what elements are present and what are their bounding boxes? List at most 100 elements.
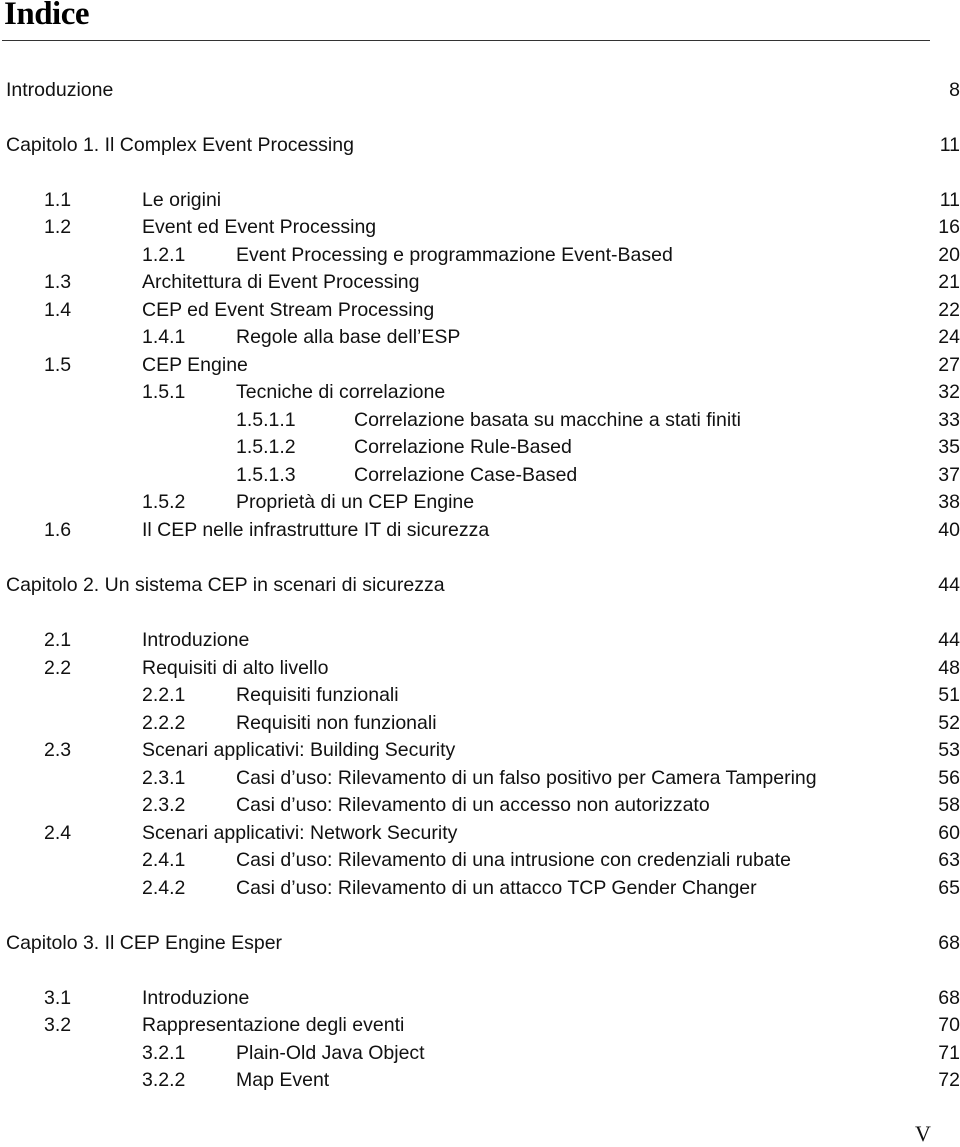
toc-entry-title: Casi d’uso: Rilevamento di un attacco TC… — [236, 877, 757, 899]
toc-entry-title: Capitolo 1. Il Complex Event Processing — [6, 134, 354, 156]
toc-entry[interactable]: 1.5.1.1 Correlazione basata su macchine a… — [0, 408, 960, 432]
page-folio: V — [915, 1121, 931, 1146]
toc-entry-title: Introduzione — [142, 987, 250, 1009]
toc-entry-title: Event Processing e programmazione Event-… — [236, 244, 673, 266]
toc-entry[interactable]: 2.4.2 Casi d’uso: Rilevamento di un attac… — [0, 876, 960, 900]
toc-entry-page: 8 — [949, 79, 960, 101]
toc-entry-page: 20 — [938, 244, 960, 266]
toc-entry-page: 35 — [938, 436, 960, 458]
toc-entry-page: 11 — [939, 134, 960, 156]
toc-entry-number: 3.2.1 — [142, 1042, 186, 1064]
toc-entry-title: Proprietà di un CEP Engine — [236, 491, 475, 513]
toc-entry-number: 2.4.2 — [142, 877, 186, 899]
toc-entry[interactable]: 2.3 Scenari applicativi: Building Securit… — [0, 738, 960, 762]
toc-entry-page: 72 — [938, 1069, 960, 1091]
toc-entry[interactable]: 3.1 Introduzione 68 — [0, 986, 960, 1010]
toc-entry-title: CEP Engine — [142, 354, 248, 376]
toc-entry-number: 1.5.1.3 — [236, 464, 296, 486]
toc-entry[interactable]: 1.1 Le origini 11 — [0, 188, 960, 212]
toc-entry-number: 1.5.1.2 — [236, 436, 296, 458]
toc-chapter-entry[interactable]: Capitolo 3. Il CEP Engine Esper 68 — [0, 931, 960, 955]
toc-entry-number: 2.2 — [44, 657, 72, 679]
toc-entry[interactable]: 2.3.1 Casi d’uso: Rilevamento di un falso… — [0, 766, 960, 790]
toc-entry[interactable]: 3.2 Rappresentazione degli eventi 70 — [0, 1013, 960, 1037]
page-title: Indice — [4, 0, 90, 32]
toc-entry-number: 1.1 — [44, 189, 72, 211]
toc-entry-page: 32 — [938, 381, 960, 403]
toc-entry-page: 33 — [938, 409, 960, 431]
toc-entry-number: 2.4 — [44, 822, 72, 844]
toc-entry-number: 2.2.1 — [142, 684, 186, 706]
toc-entry-number: 1.3 — [44, 271, 72, 293]
toc-entry[interactable]: 1.4 CEP ed Event Stream Processing 22 — [0, 298, 960, 322]
toc-entry[interactable]: 2.2.2 Requisiti non funzionali 52 — [0, 711, 960, 735]
toc-entry-page: 68 — [938, 987, 960, 1009]
toc-entry-page: 44 — [938, 629, 960, 651]
title-rule — [2, 40, 930, 41]
toc-entry-page: 70 — [938, 1014, 960, 1036]
toc-entry[interactable]: 3.2.1 Plain-Old Java Object 71 — [0, 1041, 960, 1065]
toc-entry-page: 11 — [939, 189, 960, 211]
toc-chapter-entry[interactable]: Capitolo 2. Un sistema CEP in scenari di… — [0, 573, 960, 597]
toc-entry[interactable]: 1.2.1 Event Processing e programmazione E… — [0, 243, 960, 267]
toc-entry-page: 37 — [938, 464, 960, 486]
toc-entry[interactable]: 2.2 Requisiti di alto livello 48 — [0, 656, 960, 680]
toc-entry[interactable]: 1.5.1.3 Correlazione Case-Based 37 — [0, 463, 960, 487]
toc-entry-page: 56 — [938, 767, 960, 789]
toc-entry-title: Correlazione basata su macchine a stati … — [354, 409, 741, 431]
toc-entry[interactable]: 1.4.1 Regole alla base dell’ESP 24 — [0, 325, 960, 349]
toc-chapter-entry[interactable]: Capitolo 1. Il Complex Event Processing 1… — [0, 133, 960, 157]
toc-entry-page: 68 — [938, 932, 960, 954]
toc-entry-title: Regole alla base dell’ESP — [236, 326, 461, 348]
toc-entry[interactable]: 1.6 Il CEP nelle infrastrutture IT di sic… — [0, 518, 960, 542]
toc-entry-number: 3.2 — [44, 1014, 72, 1036]
toc-entry-title: Scenari applicativi: Building Security — [142, 739, 456, 761]
toc-entry-page: 53 — [938, 739, 960, 761]
toc-entry-title: Requisiti non funzionali — [236, 712, 437, 734]
toc-entry[interactable]: 2.4.1 Casi d’uso: Rilevamento di una intr… — [0, 848, 960, 872]
toc-entry-number: 2.2.2 — [142, 712, 186, 734]
toc-entry-number: 3.1 — [44, 987, 72, 1009]
toc-entry[interactable]: 1.3 Architettura di Event Processing 21 — [0, 270, 960, 294]
toc-entry-title: Event ed Event Processing — [142, 216, 377, 238]
toc-entry-number: 1.2.1 — [142, 244, 186, 266]
toc-entry[interactable]: 2.4 Scenari applicativi: Network Security… — [0, 821, 960, 845]
toc-entry-number: 1.5.2 — [142, 491, 186, 513]
toc-entry-page: 52 — [938, 712, 960, 734]
toc-entry[interactable]: 1.2 Event ed Event Processing 16 — [0, 215, 960, 239]
toc-entry-title: Map Event — [236, 1069, 330, 1091]
toc-entry-number: 2.1 — [44, 629, 72, 651]
toc-entry-title: Requisiti funzionali — [236, 684, 399, 706]
toc-entry[interactable]: 2.1 Introduzione 44 — [0, 628, 960, 652]
toc-entry[interactable]: 1.5 CEP Engine 27 — [0, 353, 960, 377]
toc-entry-page: 44 — [938, 574, 960, 596]
toc-entry-number: 2.3.1 — [142, 767, 186, 789]
toc-entry-number: 2.3 — [44, 739, 72, 761]
toc-entry-title: Casi d’uso: Rilevamento di un falso posi… — [236, 767, 817, 789]
toc-entry[interactable]: 1.5.2 Proprietà di un CEP Engine 38 — [0, 490, 960, 514]
toc-entry-title: Correlazione Case-Based — [354, 464, 578, 486]
toc-entry-number: 1.4.1 — [142, 326, 186, 348]
toc-entry-page: 48 — [938, 657, 960, 679]
toc-entry-page: 58 — [938, 794, 960, 816]
toc-entry-page: 22 — [938, 299, 960, 321]
toc-entry-page: 71 — [938, 1042, 960, 1064]
toc-entry[interactable]: 2.2.1 Requisiti funzionali 51 — [0, 683, 960, 707]
toc-entry-title: Scenari applicativi: Network Security — [142, 822, 458, 844]
toc-entry-title: Tecniche di correlazione — [236, 381, 446, 403]
toc-entry-page: 65 — [938, 877, 960, 899]
toc-entry[interactable]: 2.3.2 Casi d’uso: Rilevamento di un acces… — [0, 793, 960, 817]
toc-entry[interactable]: 3.2.2 Map Event 72 — [0, 1068, 960, 1092]
toc-entry-number: 1.4 — [44, 299, 72, 321]
toc-entry[interactable]: 1.5.1 Tecniche di correlazione 32 — [0, 380, 960, 404]
toc-entry-number: 1.5.1 — [142, 381, 186, 403]
toc-entry-page: 16 — [938, 216, 960, 238]
toc-entry-page: 21 — [938, 271, 960, 293]
toc-entry-title: Architettura di Event Processing — [142, 271, 420, 293]
toc-entry-title: Capitolo 2. Un sistema CEP in scenari di… — [6, 574, 445, 596]
toc-entry[interactable]: 1.5.1.2 Correlazione Rule-Based 35 — [0, 435, 960, 459]
toc-entry-title: Capitolo 3. Il CEP Engine Esper — [6, 932, 283, 954]
toc-entry-title: Il CEP nelle infrastrutture IT di sicure… — [142, 519, 490, 541]
toc-chapter-entry[interactable]: Introduzione 8 — [0, 78, 960, 102]
toc-entry-page: 51 — [938, 684, 960, 706]
